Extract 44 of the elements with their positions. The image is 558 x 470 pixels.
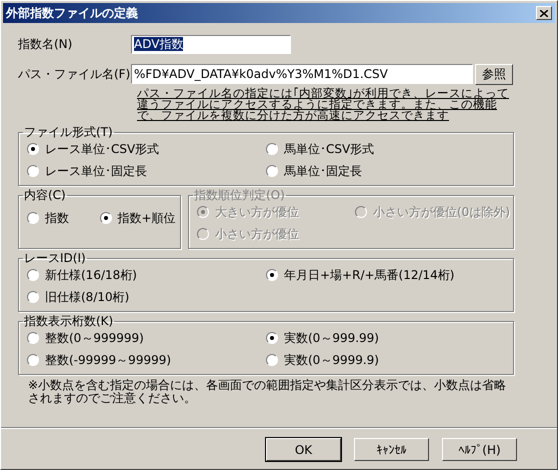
- radio-button[interactable]: [266, 165, 278, 177]
- radio-button[interactable]: [27, 269, 39, 281]
- radio-option[interactable]: 実数(0～999.99): [266, 328, 505, 348]
- radio-option[interactable]: 旧仕様(8/10桁): [27, 287, 266, 307]
- close-icon: [540, 10, 548, 16]
- radio-button[interactable]: [27, 332, 39, 344]
- group-title: 指数順位判定(O): [194, 188, 285, 202]
- radio-button[interactable]: [27, 212, 39, 224]
- window-title: 外部指数ファイルの定義: [6, 6, 138, 20]
- radio-option[interactable]: 年月日+場+R/+馬番(12/14桁): [266, 265, 505, 285]
- field-label: 指数名(N): [18, 37, 74, 51]
- selected-text: ADV指数: [134, 37, 184, 51]
- radio-button[interactable]: [27, 143, 39, 155]
- footnote: ※小数点を含む指定の場合には、各画面での範囲指定や集計区分表示では、小数点は省略されますのでご注意ください。: [28, 379, 508, 405]
- radio-option[interactable]: 整数(-99999～99999): [27, 350, 266, 370]
- radio-button[interactable]: [27, 165, 39, 177]
- radio-option[interactable]: 馬単位･固定長: [266, 161, 505, 181]
- radio-button[interactable]: [266, 269, 278, 281]
- dialog-button[interactable]: ﾍﾙﾌﾟ(H): [442, 438, 517, 461]
- radio-button[interactable]: [266, 143, 278, 155]
- name-input-field[interactable]: ADV指数: [131, 34, 291, 54]
- radio-option[interactable]: 実数(0～9999.9): [266, 350, 505, 370]
- dialog-button[interactable]: ｷｬﾝｾﾙ: [354, 438, 429, 461]
- radio-option[interactable]: レース単位･CSV形式: [27, 139, 266, 159]
- close-button[interactable]: [536, 6, 552, 20]
- radio-button[interactable]: [27, 291, 39, 303]
- dialog-button[interactable]: OK: [266, 438, 341, 461]
- radio-option[interactable]: レース単位･固定長: [27, 161, 266, 181]
- radio-option[interactable]: 新仕様(16/18桁): [27, 265, 266, 285]
- group-title: ファイル形式(T): [24, 125, 113, 139]
- path-input-field[interactable]: %FD¥ADV_DATA¥k0adv%Y3%M1%D1.CSV: [131, 64, 473, 84]
- radio-option[interactable]: 整数(0～999999): [27, 328, 266, 348]
- group-title: 指数表示桁数(K): [24, 314, 114, 328]
- radio-option[interactable]: 指数: [27, 208, 100, 228]
- browse-button[interactable]: 参照: [475, 64, 513, 84]
- group-title: 内容(C): [24, 188, 66, 202]
- group-title: レースID(I): [24, 251, 86, 265]
- radio-button[interactable]: [266, 354, 278, 366]
- radio-option[interactable]: 馬単位･CSV形式: [266, 139, 505, 159]
- field-label: パス・ファイル名(F): [18, 67, 131, 81]
- radio-button[interactable]: [27, 354, 39, 366]
- help-note: パス・ファイル名の指定には｢内部変数｣が利用でき、レースによって違うファイルにアクセスするように指定できます。また、この機能で、ファイルを複数に分けた方が高速にアクセスできます: [137, 88, 510, 121]
- radio-button[interactable]: [100, 212, 112, 224]
- radio-button[interactable]: [266, 332, 278, 344]
